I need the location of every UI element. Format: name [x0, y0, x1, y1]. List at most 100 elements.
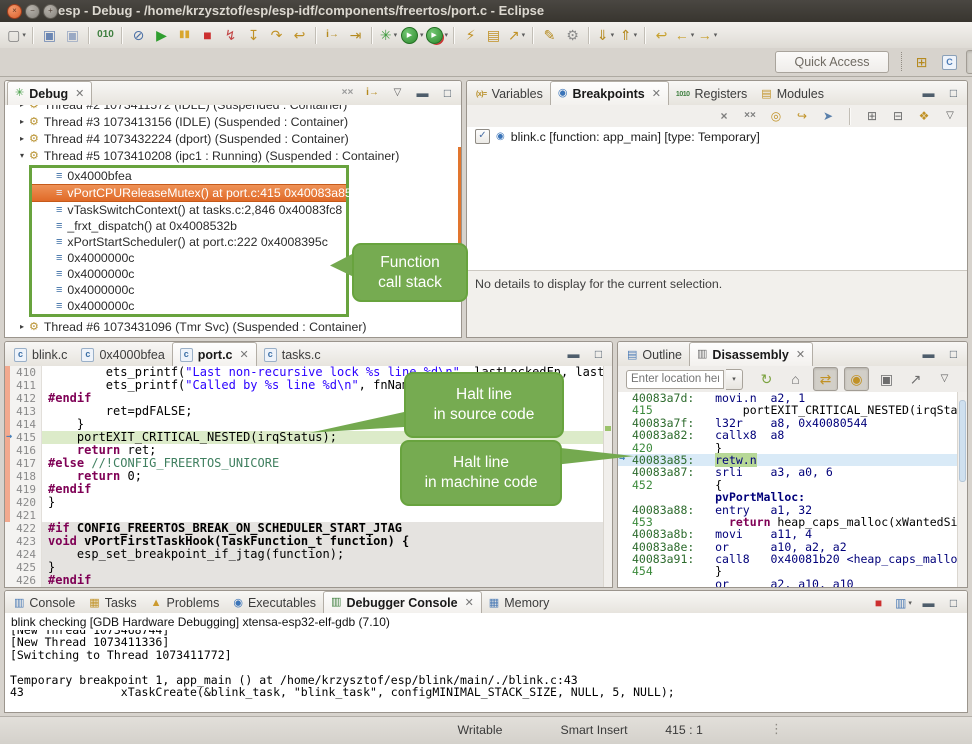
open-folder-icon[interactable]: ▤ — [482, 24, 505, 46]
line-number[interactable]: 412 — [5, 392, 42, 405]
quick-access-button[interactable]: Quick Access — [775, 51, 889, 73]
stack-frame-row[interactable]: ≡0x4000000c — [32, 250, 346, 266]
refresh-icon[interactable]: ↻ — [755, 368, 778, 390]
thread-row[interactable]: ▸⚙Thread #4 1073432224 (dport) (Suspende… — [5, 130, 461, 147]
view-menu-icon[interactable]: ▽ — [933, 368, 956, 390]
chevron-down-icon[interactable]: ▾ — [17, 151, 27, 160]
minimize-icon[interactable]: ▬ — [413, 84, 432, 103]
new-view-icon[interactable]: ▣ — [875, 368, 898, 390]
open-perspective-icon[interactable]: ⊞ — [910, 51, 933, 73]
previous-annotation-icon[interactable]: ⇑▾ — [617, 24, 640, 46]
location-input[interactable] — [626, 370, 724, 389]
stack-frame-row[interactable]: ≡0x4000000c — [32, 298, 346, 314]
binary-view-icon[interactable]: 010 — [94, 24, 117, 46]
stack-frame-row[interactable]: ≡_frxt_dispatch() at 0x4008532b — [32, 218, 346, 234]
maximize-icon[interactable]: □ — [944, 594, 963, 613]
suspend-icon[interactable]: ▮▮ — [173, 24, 196, 46]
close-icon[interactable]: ✕ — [796, 348, 805, 361]
remove-breakpoint-icon[interactable]: × — [715, 107, 733, 125]
tab-registers[interactable]: 1010Registers — [669, 83, 754, 105]
chevron-right-icon[interactable]: ▸ — [17, 105, 27, 109]
flash-icon[interactable]: ⚡ — [459, 24, 482, 46]
save-icon[interactable]: ▣ — [38, 24, 61, 46]
debug-icon[interactable]: ✳▾ — [377, 24, 400, 46]
home-icon[interactable]: ⌂ — [784, 368, 807, 390]
pin-icon[interactable]: ↗ — [904, 368, 927, 390]
code-line-426[interactable]: 426#endif — [5, 574, 612, 587]
show-supported-breakpoints-icon[interactable]: ◎ — [767, 107, 785, 125]
skip-all-breakpoints-icon[interactable]: ⊘ — [127, 24, 150, 46]
display-console-icon[interactable]: ▥▾ — [894, 594, 913, 613]
minimize-icon[interactable]: ▬ — [919, 345, 938, 364]
minimize-icon[interactable]: ▬ — [919, 594, 938, 613]
stack-frame-row[interactable]: ≡vTaskSwitchContext() at tasks.c:2,846 0… — [32, 202, 346, 218]
disassembly-scrollbar[interactable] — [957, 392, 967, 587]
close-icon[interactable]: ✕ — [75, 87, 84, 100]
line-number[interactable]: 422 — [5, 522, 42, 535]
close-icon[interactable]: ✕ — [240, 348, 249, 361]
step-into-icon[interactable]: ↧ — [242, 24, 265, 46]
close-window-icon[interactable]: × — [7, 4, 22, 19]
gears-icon[interactable]: ⚙ — [561, 24, 584, 46]
group-breakpoints-icon[interactable]: ❖ — [915, 107, 933, 125]
cpp-perspective-icon[interactable]: C — [938, 51, 961, 73]
tab-disassembly[interactable]: ▥Disassembly✕ — [689, 342, 813, 366]
profile-icon[interactable]: ▶▾ — [425, 24, 450, 46]
tab-breakpoints[interactable]: ◉Breakpoints✕ — [550, 81, 669, 105]
terminate-icon[interactable]: ■ — [196, 24, 219, 46]
minimize-window-icon[interactable]: − — [25, 4, 40, 19]
console-output[interactable]: [New Thread 1073468744] [New Thread 1073… — [5, 630, 967, 712]
instruction-stepping-icon[interactable]: i→ — [321, 24, 344, 46]
line-number[interactable]: 410 — [5, 366, 42, 379]
sync-stepping-icon[interactable]: ⇄ — [813, 367, 838, 391]
step-over-icon[interactable]: ↷ — [265, 24, 288, 46]
save-all-icon[interactable]: ▣ — [61, 24, 84, 46]
remove-all-breakpoints-icon[interactable]: ×× — [741, 107, 759, 125]
stack-frame-row[interactable]: ≡0x4000000c — [32, 266, 346, 282]
breakpoint-checkbox[interactable]: ✓ — [475, 129, 490, 144]
maximize-icon[interactable]: □ — [438, 84, 457, 103]
instruction-stepping-icon[interactable]: i→ — [363, 84, 382, 103]
tab-modules[interactable]: ▤Modules — [754, 83, 831, 105]
step-return-icon[interactable]: ↩ — [288, 24, 311, 46]
new-wizard-icon[interactable]: ▢▾ — [5, 24, 28, 46]
tab-memory[interactable]: ▦Memory — [482, 593, 557, 613]
tab-tasks-c[interactable]: ctasks.c — [257, 344, 328, 366]
overview-ruler[interactable] — [603, 366, 612, 587]
line-number[interactable]: 413 — [5, 405, 42, 418]
line-number[interactable]: 421 — [5, 509, 42, 522]
tab-variables[interactable]: (x)=Variables — [469, 83, 550, 105]
chevron-right-icon[interactable]: ▸ — [17, 322, 27, 331]
stack-frame-row-selected[interactable]: ≡vPortCPUReleaseMutex() at port.c:415 0x… — [32, 184, 346, 202]
back-icon[interactable]: ←▾ — [673, 24, 696, 46]
code-line-425[interactable]: 425} — [5, 561, 612, 574]
close-icon[interactable]: ✕ — [652, 87, 661, 100]
next-annotation-icon[interactable]: ⇓▾ — [594, 24, 617, 46]
line-number[interactable]: 417 — [5, 457, 42, 470]
maximize-window-icon[interactable]: + — [43, 4, 58, 19]
tab-outline[interactable]: ▤Outline — [620, 344, 689, 366]
last-edit-location-icon[interactable]: ↩ — [650, 24, 673, 46]
tab-debugger-console[interactable]: ▥Debugger Console✕ — [323, 591, 482, 613]
close-icon[interactable]: ✕ — [465, 596, 474, 609]
tab-port-c[interactable]: cport.c✕ — [172, 342, 257, 366]
line-number[interactable]: 419 — [5, 483, 42, 496]
goto-file-icon[interactable]: ↪ — [793, 107, 811, 125]
edit-icon[interactable]: ✎ — [538, 24, 561, 46]
tab-executables[interactable]: ◉Executables — [226, 593, 323, 613]
line-number[interactable]: 411 — [5, 379, 42, 392]
line-number[interactable]: 416 — [5, 444, 42, 457]
maximize-icon[interactable]: □ — [944, 84, 963, 103]
chevron-right-icon[interactable]: ▸ — [17, 117, 27, 126]
launch-icon[interactable]: ↗▾ — [505, 24, 528, 46]
minimize-icon[interactable]: ▬ — [919, 84, 938, 103]
tab-problems[interactable]: ▲Problems — [144, 593, 227, 613]
line-number[interactable]: 426 — [5, 574, 42, 587]
thread-row[interactable]: ▾⚙Thread #5 1073410208 (ipc1 : Running) … — [5, 147, 461, 164]
scrollbar-thumb[interactable] — [959, 400, 966, 482]
remove-all-terminated-icon[interactable]: ×× — [338, 84, 357, 103]
tab-console[interactable]: ▥Console — [7, 593, 82, 613]
code-line-424[interactable]: 424 esp_set_breakpoint_if_jtag(function)… — [5, 548, 612, 561]
stack-frame-row[interactable]: ≡xPortStartScheduler() at port.c:222 0x4… — [32, 234, 346, 250]
forward-icon[interactable]: →▾ — [696, 24, 719, 46]
